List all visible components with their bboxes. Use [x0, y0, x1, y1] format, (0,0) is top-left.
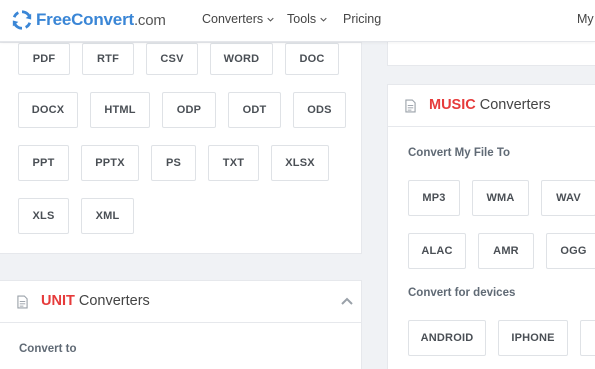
format-button-csv[interactable]: CSV [146, 43, 198, 75]
format-button-word[interactable]: WORD [210, 43, 273, 75]
format-button-doc[interactable]: DOC [285, 43, 339, 75]
format-button-pptx[interactable]: PPTX [81, 145, 139, 181]
music-title-highlight: MUSIC [429, 97, 476, 113]
unit-title-highlight: UNIT [41, 293, 75, 309]
nav-my-label: My [577, 12, 594, 26]
logo-text: FreeConvert.com [36, 10, 166, 30]
format-button-wma[interactable]: WMA [472, 180, 529, 216]
previous-section-card [387, 42, 595, 66]
format-button-amr[interactable]: AMR [478, 233, 534, 269]
format-button-pdf[interactable]: PDF [18, 43, 70, 75]
document-icon [405, 99, 416, 113]
format-button-xml[interactable]: XML [81, 198, 134, 234]
unit-title-rest: Converters [74, 293, 150, 309]
device-button-android[interactable]: ANDROID [408, 320, 486, 356]
format-button-ods[interactable]: ODS [293, 92, 346, 128]
chevron-down-icon [267, 17, 274, 22]
convert-to-heading: Convert to [19, 343, 77, 355]
nav-pricing-label: Pricing [343, 12, 382, 26]
chevron-up-icon[interactable] [341, 297, 353, 305]
nav-converters[interactable]: Converters [202, 12, 274, 26]
format-button-odp[interactable]: ODP [162, 92, 216, 128]
unit-section-title: UNIT Converters [41, 293, 150, 309]
format-button-odt[interactable]: ODT [228, 92, 281, 128]
format-button-xls[interactable]: XLS [18, 198, 69, 234]
format-button-rtf[interactable]: RTF [82, 43, 134, 75]
convert-for-devices-heading: Convert for devices [408, 287, 516, 299]
format-button-wav[interactable]: WAV [541, 180, 595, 216]
logo-suffix: .com [133, 12, 166, 29]
document-converters-card: PDF RTF CSV WORD DOC DOCX HTML ODP ODT O… [0, 42, 362, 254]
convert-my-file-heading: Convert My File To [408, 147, 511, 159]
format-button-ppt[interactable]: PPT [18, 145, 69, 181]
unit-section-header[interactable]: UNIT Converters [0, 281, 361, 323]
format-button-ps[interactable]: PS [151, 145, 196, 181]
format-button-html[interactable]: HTML [90, 92, 150, 128]
document-icon [17, 295, 28, 309]
logo-main: FreeConvert [36, 10, 134, 29]
freeconvert-logo[interactable]: FreeConvert.com [11, 8, 166, 32]
format-button-xlsx[interactable]: XLSX [271, 145, 329, 181]
music-section-title: MUSIC Converters [429, 97, 551, 113]
nav-tools-label: Tools [287, 12, 317, 26]
format-button-docx[interactable]: DOCX [18, 92, 78, 128]
refresh-logo-icon [12, 10, 32, 30]
music-section-header[interactable]: MUSIC Converters [388, 85, 595, 127]
chevron-down-icon [320, 17, 327, 22]
format-button-ogg[interactable]: OGG [546, 233, 595, 269]
nav-tools[interactable]: Tools [287, 12, 327, 26]
top-header: FreeConvert.com Converters Tools Pricing… [0, 0, 595, 42]
nav-converters-label: Converters [202, 12, 264, 26]
music-title-rest: Converters [475, 97, 551, 113]
format-button-alac[interactable]: ALAC [408, 233, 466, 269]
nav-pricing[interactable]: Pricing [343, 12, 381, 26]
device-button-partial[interactable] [580, 320, 595, 356]
format-button-txt[interactable]: TXT [208, 145, 259, 181]
unit-converters-card: UNIT Converters Convert to [0, 280, 362, 369]
nav-my-account[interactable]: My [577, 12, 594, 26]
format-button-mp3[interactable]: MP3 [408, 180, 460, 216]
music-converters-card: MUSIC Converters Convert My File To MP3 … [387, 84, 595, 369]
device-button-iphone[interactable]: IPHONE [498, 320, 568, 356]
